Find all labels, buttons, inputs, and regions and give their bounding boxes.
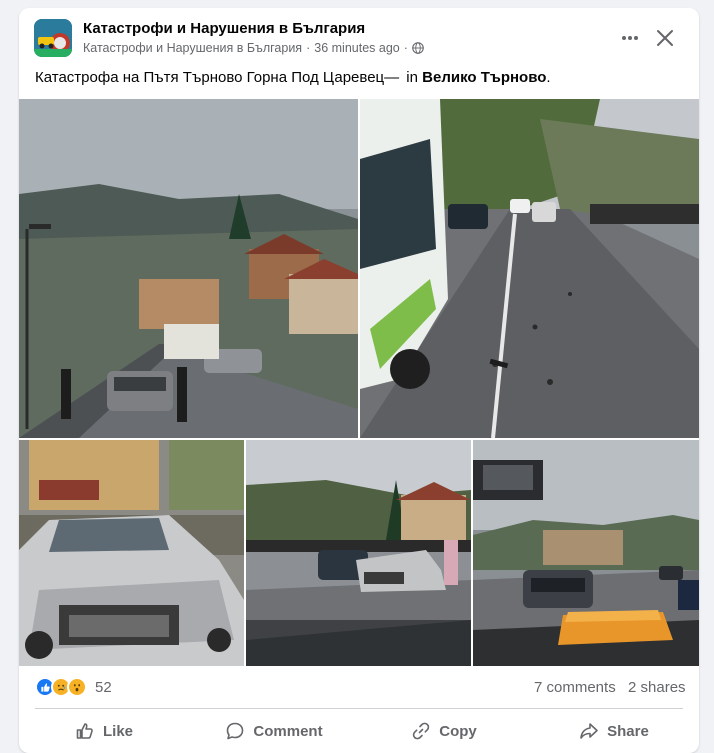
photo-road-debris[interactable] <box>360 99 699 438</box>
share-label: Share <box>607 722 649 740</box>
post-text-in: in <box>406 69 418 86</box>
post-actions: Like Comment Copy Share <box>19 711 699 751</box>
post-card: Катастрофи и Нарушения в България Катаст… <box>19 8 699 753</box>
post-text-end: . <box>546 69 551 86</box>
comment-icon <box>227 722 244 740</box>
photo-street-overview[interactable] <box>19 99 358 438</box>
post-stats: 52 7 comments 2 shares <box>19 673 699 703</box>
share-button[interactable]: Share <box>529 711 699 751</box>
copy-button[interactable]: Copy <box>359 711 529 751</box>
reaction-count: 52 <box>95 678 112 696</box>
close-button[interactable] <box>651 24 679 52</box>
location-link[interactable]: Велико Търново <box>422 69 546 86</box>
comment-label: Comment <box>253 722 323 740</box>
copy-label: Copy <box>439 722 477 740</box>
comment-button[interactable]: Comment <box>189 711 359 751</box>
share-icon <box>580 723 598 739</box>
like-label: Like <box>102 722 133 740</box>
post-meta: Катастрофи и Нарушения в България · 36 m… <box>83 41 424 55</box>
shares-count[interactable]: 2 shares <box>628 679 686 696</box>
more-options-button[interactable] <box>616 24 644 52</box>
link-icon <box>413 722 430 740</box>
photo-crash-scene[interactable] <box>246 440 471 666</box>
wow-icon <box>67 677 87 697</box>
group-name[interactable]: Катастрофи и Нарушения в България <box>83 20 365 37</box>
post-text: Катастрофа на Пътя Търново Горна Под Цар… <box>35 69 551 86</box>
ellipsis-icon <box>622 36 638 40</box>
globe-icon[interactable] <box>412 42 424 54</box>
photo-through-windshield[interactable] <box>473 440 699 666</box>
post-header: Катастрофи и Нарушения в България Катаст… <box>19 8 699 68</box>
meta-separator-2: · <box>403 41 408 55</box>
photo-damaged-mercedes[interactable] <box>19 440 244 666</box>
post-timestamp[interactable]: 36 minutes ago <box>314 41 399 55</box>
actions-divider <box>35 708 683 709</box>
author-name[interactable]: Катастрофи и Нарушения в България <box>83 41 302 55</box>
post-text-main: Катастрофа на Пътя Търново Горна Под Цар… <box>35 69 400 86</box>
photo-grid <box>19 99 699 666</box>
close-icon <box>657 30 673 46</box>
reactions-summary[interactable]: 52 <box>35 677 112 697</box>
meta-separator: · <box>306 41 311 55</box>
comments-count[interactable]: 7 comments <box>534 679 616 696</box>
like-button[interactable]: Like <box>19 711 189 751</box>
thumbs-up-icon <box>76 723 93 739</box>
group-avatar[interactable] <box>34 19 72 57</box>
